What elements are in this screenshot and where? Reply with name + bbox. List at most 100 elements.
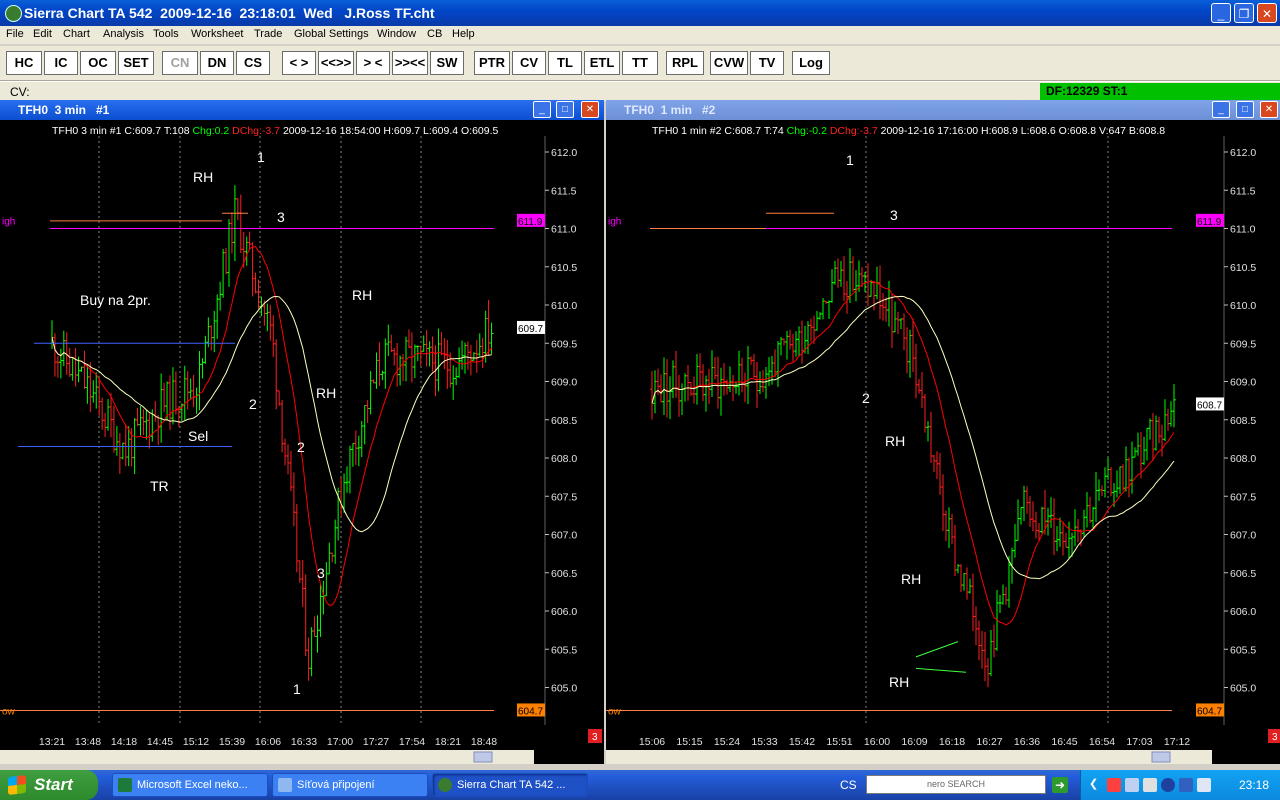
minimize-button[interactable]: _ (1211, 3, 1231, 23)
tray-volume-icon[interactable] (1197, 778, 1211, 792)
chart1-info-chg: Chg:0.2 (190, 125, 230, 137)
tb-zoom-out-more-button[interactable]: <<>> (318, 51, 354, 75)
menu-chart[interactable]: Chart (63, 28, 90, 40)
tb-zoom-out-button[interactable]: < > (282, 51, 316, 75)
minimize-icon: _ (1218, 104, 1224, 115)
menu-help[interactable]: Help (452, 28, 475, 40)
chart1-plot[interactable]: TFH0 3 min #1 C:609.7 T:108 Chg:0.2 DChg… (0, 120, 604, 764)
task-network[interactable]: Síťová připojení (272, 773, 428, 797)
tb-hc-button[interactable]: HC (6, 51, 42, 75)
chart2-plot[interactable]: TFH0 1 min #2 C:608.7 T:74 Chg:-0.2 DChg… (606, 120, 1280, 764)
chart1-info-dchg: DChg:-3.7 (229, 125, 280, 137)
close-icon: ✕ (1261, 7, 1273, 21)
tb-rpl-button[interactable]: RPL (666, 51, 704, 75)
chart1-y-tick-label: 608.0 (551, 453, 577, 465)
chart1-y-tick-label: 606.0 (551, 606, 577, 618)
chart-window-1[interactable]: TFH0 3 min #1 _ □ ✕ TFH0 3 min #1 C:609.… (0, 100, 604, 764)
start-button[interactable]: Start (0, 770, 98, 800)
language-indicator[interactable]: CS (840, 778, 857, 792)
tray-security-icon[interactable] (1179, 778, 1193, 792)
tb-sw-button[interactable]: SW (430, 51, 464, 75)
chart1-minimize-button[interactable]: _ (533, 101, 551, 118)
tray-chevron-icon[interactable]: ❮ (1089, 777, 1098, 790)
chart1-y-tick-label: 609.0 (551, 377, 577, 389)
tb-dn-button[interactable]: DN (200, 51, 234, 75)
chart2-title-bar[interactable]: TFH0 1 min #2 (606, 100, 1280, 120)
chart1-x-tick-label: 16:33 (291, 736, 317, 748)
chart1-annotation: RH (193, 169, 213, 185)
chart-window-2[interactable]: TFH0 1 min #2 _ □ ✕ TFH0 1 min #2 C:608.… (606, 100, 1280, 764)
chart1-x-tick-label: 15:39 (219, 736, 245, 748)
close-button[interactable]: ✕ (1257, 3, 1277, 23)
menu-tools[interactable]: Tools (153, 28, 179, 40)
chart1-y-tick-label: 607.0 (551, 530, 577, 542)
menu-worksheet[interactable]: Worksheet (191, 28, 243, 40)
tb-zoom-in-button[interactable]: > < (356, 51, 390, 75)
clock[interactable]: 23:18 (1239, 778, 1269, 792)
menu-analysis[interactable]: Analysis (103, 28, 144, 40)
tb-ptr-button[interactable]: PTR (474, 51, 510, 75)
nero-search-input[interactable]: nero SEARCH (866, 775, 1046, 794)
chart1-title-bar[interactable]: TFH0 3 min #1 (0, 100, 604, 120)
chart2-info-dchg: DChg:-3.7 (827, 125, 878, 137)
chart2-annotation: RH (889, 674, 909, 690)
toolbar: HC IC OC SET CN DN CS < > <<>> > < >><< … (0, 46, 1280, 81)
chart2-x-tick-label: 15:06 (639, 736, 665, 748)
chart1-annotation: 2 (297, 439, 305, 455)
tb-cv-button[interactable]: CV (512, 51, 546, 75)
tb-tl-button[interactable]: TL (548, 51, 582, 75)
chart2-scroll-badge: 3 (1272, 732, 1278, 743)
chart2-y-tick-label: 606.5 (1230, 568, 1256, 580)
task-excel[interactable]: Microsoft Excel neko... (112, 773, 268, 797)
tb-cvw-button[interactable]: CVW (710, 51, 748, 75)
chart1-low-label: ow (2, 706, 16, 717)
maximize-button[interactable]: ❐ (1234, 3, 1254, 23)
tb-zoom-in-more-button[interactable]: >><< (392, 51, 428, 75)
tb-etl-button[interactable]: ETL (584, 51, 620, 75)
chart1-y-tick-label: 605.0 (551, 683, 577, 695)
chart1-y-tick-label: 612.0 (551, 147, 577, 159)
chart1-x-tick-label: 16:06 (255, 736, 281, 748)
tray-network-icon[interactable] (1125, 778, 1139, 792)
tb-tt-button[interactable]: TT (622, 51, 658, 75)
chart1-maximize-button[interactable]: □ (556, 101, 574, 118)
title-bar: Sierra Chart TA 542 2009-12-16 23:18:01 … (0, 0, 1280, 26)
app-icon[interactable] (5, 5, 22, 22)
tb-log-button[interactable]: Log (792, 51, 830, 75)
df-status: DF:12329 ST:1 (1040, 83, 1280, 100)
tb-cn-button[interactable]: CN (162, 51, 198, 75)
tb-tv-button[interactable]: TV (750, 51, 784, 75)
chart2-minimize-button[interactable]: _ (1212, 101, 1230, 118)
menu-file[interactable]: File (6, 28, 24, 40)
menu-global-settings[interactable]: Global Settings (294, 28, 369, 40)
tb-oc-button[interactable]: OC (80, 51, 116, 75)
tb-ic-button[interactable]: IC (44, 51, 78, 75)
chart1-close-button[interactable]: ✕ (581, 101, 599, 118)
tray-monitor-icon[interactable] (1143, 778, 1157, 792)
chart1-x-tick-label: 13:48 (75, 736, 101, 748)
chart1-high-tag: 611.9 (518, 217, 543, 228)
taskbar: Start Microsoft Excel neko... Síťová při… (0, 770, 1280, 800)
task-sierra-chart[interactable]: Sierra Chart TA 542 ... (432, 773, 588, 797)
close-icon: ✕ (585, 104, 595, 115)
chart2-high-tag: 611.9 (1197, 217, 1222, 228)
chart1-scrollbar-thumb (473, 751, 493, 763)
search-go-icon[interactable]: ➜ (1052, 777, 1068, 793)
tray-app-icon[interactable] (1107, 778, 1121, 792)
menu-cb[interactable]: CB (427, 28, 442, 40)
tray-bluetooth-icon[interactable] (1161, 778, 1175, 792)
tb-cs-button[interactable]: CS (236, 51, 270, 75)
menu-edit[interactable]: Edit (33, 28, 52, 40)
tb-set-button[interactable]: SET (118, 51, 154, 75)
chart2-close-button[interactable]: ✕ (1260, 101, 1278, 118)
chart1-y-tick-label: 608.5 (551, 415, 577, 427)
chart2-x-tick-label: 16:18 (939, 736, 965, 748)
menu-trade[interactable]: Trade (254, 28, 282, 40)
chart2-x-tick-label: 16:09 (901, 736, 927, 748)
chart2-low-tag: 604.7 (1197, 706, 1222, 717)
chart2-maximize-button[interactable]: □ (1236, 101, 1254, 118)
chart2-y-tick-label: 611.0 (1230, 224, 1256, 236)
chart1-annotation: 3 (277, 209, 285, 225)
menu-window[interactable]: Window (377, 28, 416, 40)
chart1-x-tick-label: 18:48 (471, 736, 497, 748)
